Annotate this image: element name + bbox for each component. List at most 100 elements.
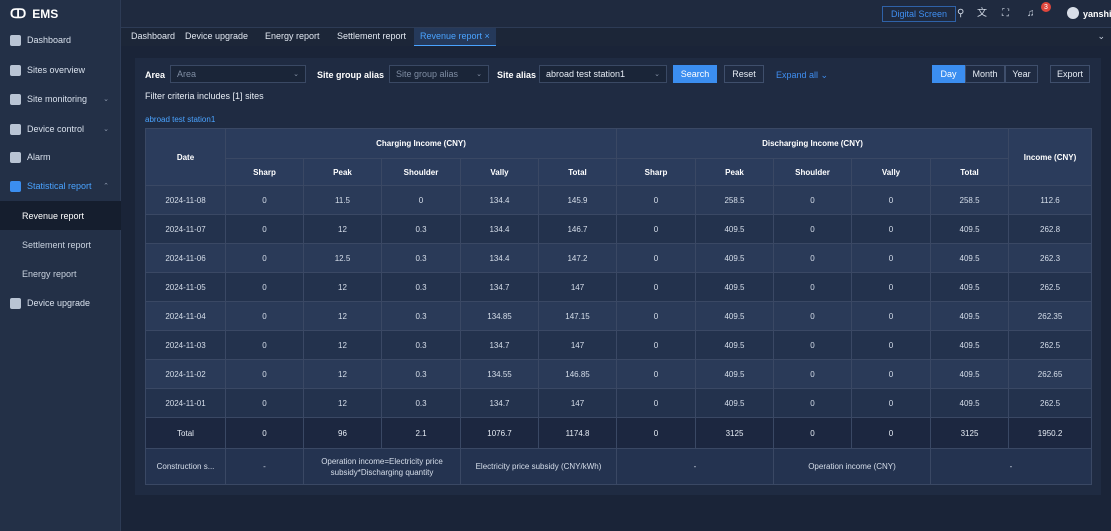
table-cell: 2024-11-02 [145, 359, 226, 389]
table-row: 2024-11-07 0 12 0.3 134.4 146.7 0 409.5 0 0 409.5 2… [145, 214, 1093, 244]
table-cell: 0 [773, 359, 852, 389]
col-header-discharging-vally: Vally [851, 158, 931, 186]
sidebar-item-label: Alarm [27, 152, 51, 162]
table-cell: 409.5 [929, 243, 1010, 273]
sidebar-subitem-label: Revenue report [22, 210, 85, 221]
search-icon[interactable]: ⚲ [957, 8, 964, 19]
table-cell: Total [145, 417, 226, 449]
table-cell: 0.3 [381, 243, 461, 273]
table-cell: 2024-11-01 [145, 388, 226, 418]
export-button[interactable]: Export [1050, 65, 1090, 83]
col-header-charging-total: Total [538, 158, 617, 186]
tab-dashboard[interactable]: Dashboard [131, 31, 175, 41]
sidebar-item-label: Device control [27, 124, 85, 134]
table-cell: 262.5 [1008, 388, 1093, 418]
table-cell: 12 [303, 359, 382, 389]
formula-cell: Operation income=Electricity price subsi… [303, 448, 461, 485]
table-cell: 0 [773, 388, 852, 418]
table-cell: 0.3 [381, 272, 461, 302]
period-year-button[interactable]: Year [1005, 65, 1038, 83]
sidebar-item-dashboard[interactable]: Dashboard [0, 28, 121, 52]
table-cell: 1174.8 [538, 417, 617, 449]
tab-settlement-report[interactable]: Settlement report [337, 31, 406, 41]
col-header-charging-sharp: Sharp [225, 158, 304, 186]
tab-revenue-report[interactable]: Revenue report × [414, 28, 496, 46]
site-alias-select[interactable]: abroad test station1 ⌄ [539, 65, 667, 83]
translate-icon[interactable]: 文 [977, 8, 987, 19]
reset-button[interactable]: Reset [724, 65, 764, 83]
tab-device-upgrade[interactable]: Device upgrade [185, 31, 248, 41]
site-group-placeholder: Site group alias [396, 69, 459, 79]
app-root: ↀ EMS Dashboard Sites overview Site moni… [0, 0, 1111, 531]
table-cell: 134.4 [460, 214, 539, 244]
table-cell: 0 [616, 330, 696, 360]
formula-line: subsidy*Discharging quantity [330, 467, 434, 477]
area-select[interactable]: Area ⌄ [170, 65, 306, 83]
search-button[interactable]: Search [673, 65, 717, 83]
table-body: 2024-11-08 0 11.5 0 134.4 145.9 0 258.5 0 0 258.5 1… [145, 185, 1093, 485]
area-placeholder: Area [177, 69, 197, 79]
table-cell: 0 [225, 243, 304, 273]
tabs-chevron-down-icon[interactable]: ⌄ [1097, 31, 1105, 42]
bell-icon[interactable]: ♫ [1027, 8, 1035, 19]
top-bar: Digital Screen ⚲ 文 ⛶ ♫ 3 yanshi [121, 0, 1111, 28]
report-icon [10, 180, 21, 192]
col-header-discharging-sharp: Sharp [616, 158, 696, 186]
total-row: Total 0 96 2.1 1076.7 1174.8 0 3125 0 0 … [145, 417, 1093, 449]
station-name-link[interactable]: abroad test station1 [145, 115, 215, 124]
period-month-button[interactable]: Month [965, 65, 1005, 83]
col-header-discharging-total: Total [929, 158, 1010, 186]
col-header-discharging-peak: Peak [695, 158, 774, 186]
table-cell: 0 [616, 301, 696, 331]
table-cell: 0 [851, 417, 931, 449]
table-cell: 0 [616, 359, 696, 389]
col-header-discharging-shoulder: Shoulder [773, 158, 852, 186]
col-header-discharging: Discharging Income (CNY) [615, 128, 1010, 159]
table-cell: 0 [616, 214, 696, 244]
table-cell: 2024-11-03 [145, 330, 226, 360]
sidebar-subitem-energy-report[interactable]: Energy report [0, 259, 121, 288]
tab-energy-report[interactable]: Energy report [265, 31, 320, 41]
sidebar-item-device-control[interactable]: Device control ⌄ [0, 117, 121, 141]
digital-screen-button[interactable]: Digital Screen [882, 6, 957, 22]
table-cell: 0 [851, 272, 931, 302]
avatar[interactable] [1067, 7, 1079, 19]
sidebar-item-alarm[interactable]: Alarm [0, 145, 121, 169]
table-cell: 0 [616, 417, 696, 449]
sidebar-item-label: Statistical report [27, 181, 92, 191]
table-cell: 0 [851, 330, 931, 360]
table-cell: 0.3 [381, 388, 461, 418]
sidebar-subitem-settlement-report[interactable]: Settlement report [0, 230, 121, 259]
period-day-button[interactable]: Day [932, 65, 965, 83]
construction-cell: Construction s... [145, 448, 226, 485]
table-cell: 2.1 [381, 417, 461, 449]
sidebar-subitem-label: Energy report [22, 268, 77, 279]
sidebar-item-device-upgrade[interactable]: Device upgrade [0, 291, 121, 315]
table-cell: 409.5 [929, 330, 1010, 360]
table-cell: 0 [773, 417, 852, 449]
table-row: 2024-11-05 0 12 0.3 134.7 147 0 409.5 0 0 409.5 262… [145, 272, 1093, 302]
table-cell: 147.2 [538, 243, 617, 273]
table-cell: 0 [773, 214, 852, 244]
chevron-down-icon: ⌄ [654, 71, 660, 78]
table-cell: 12.5 [303, 243, 382, 273]
dash-cell: - [225, 448, 304, 485]
col-header-charging-shoulder: Shoulder [381, 158, 461, 186]
site-group-select[interactable]: Site group alias ⌄ [389, 65, 489, 83]
table-cell: 0 [225, 417, 304, 449]
sidebar-item-site-monitoring[interactable]: Site monitoring ⌄ [0, 87, 121, 111]
table-cell: 409.5 [695, 388, 774, 418]
sidebar-subitem-revenue-report[interactable]: Revenue report [0, 201, 121, 230]
fullscreen-icon[interactable]: ⛶ [1002, 8, 1009, 19]
upgrade-icon [10, 297, 21, 309]
expand-all-link[interactable]: Expand all ⌄ [776, 70, 828, 81]
sidebar-item-sites-overview[interactable]: Sites overview [0, 58, 121, 82]
table-cell: 0 [773, 330, 852, 360]
table-cell: 0 [773, 272, 852, 302]
username[interactable]: yanshi [1083, 9, 1111, 19]
sidebar-item-statistical-report[interactable]: Statistical report ⌃ [0, 174, 121, 198]
table-cell: 0 [851, 185, 931, 215]
table-cell: 262.3 [1008, 243, 1093, 273]
table-cell: 409.5 [929, 359, 1010, 389]
col-header-income: Income (CNY) [1008, 128, 1093, 186]
